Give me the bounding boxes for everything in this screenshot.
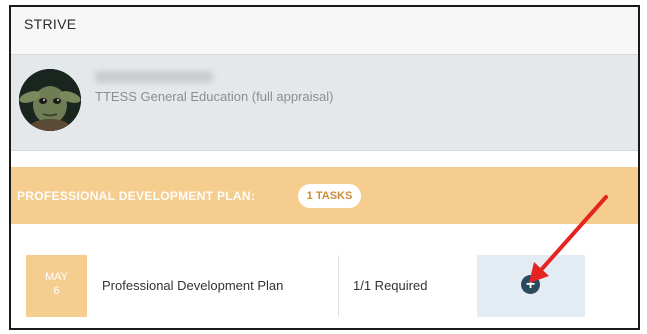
- task-count-badge[interactable]: 1 TASKS: [298, 184, 361, 208]
- date-month: MAY: [44, 271, 69, 283]
- plus-circle-icon[interactable]: +: [521, 275, 540, 294]
- date-day: 6: [53, 285, 60, 297]
- task-name[interactable]: Professional Development Plan: [102, 278, 283, 293]
- top-bar: STRIVE: [11, 7, 638, 55]
- required-count: 1/1 Required: [353, 278, 428, 293]
- avatar[interactable]: [19, 69, 81, 131]
- add-cell[interactable]: +: [477, 255, 585, 317]
- required-cell: 1/1 Required: [339, 255, 477, 317]
- app-window: STRIVE TTESS General Education (full app…: [9, 5, 640, 330]
- row-spacer: [585, 255, 638, 317]
- appraisal-type: TTESS General Education (full appraisal): [95, 89, 334, 104]
- plan-title: PROFESSIONAL DEVELOPMENT PLAN:: [17, 189, 256, 203]
- date-cell: MAY 6: [26, 255, 87, 317]
- plan-section-header: PROFESSIONAL DEVELOPMENT PLAN: 1 TASKS: [11, 167, 638, 224]
- app-title: STRIVE: [24, 16, 77, 32]
- avatar-image: [19, 69, 81, 131]
- task-name-cell[interactable]: Professional Development Plan: [87, 255, 339, 317]
- profile-header: TTESS General Education (full appraisal): [11, 55, 638, 151]
- profile-name-redacted: [95, 71, 213, 83]
- task-row: MAY 6 Professional Development Plan 1/1 …: [26, 255, 638, 317]
